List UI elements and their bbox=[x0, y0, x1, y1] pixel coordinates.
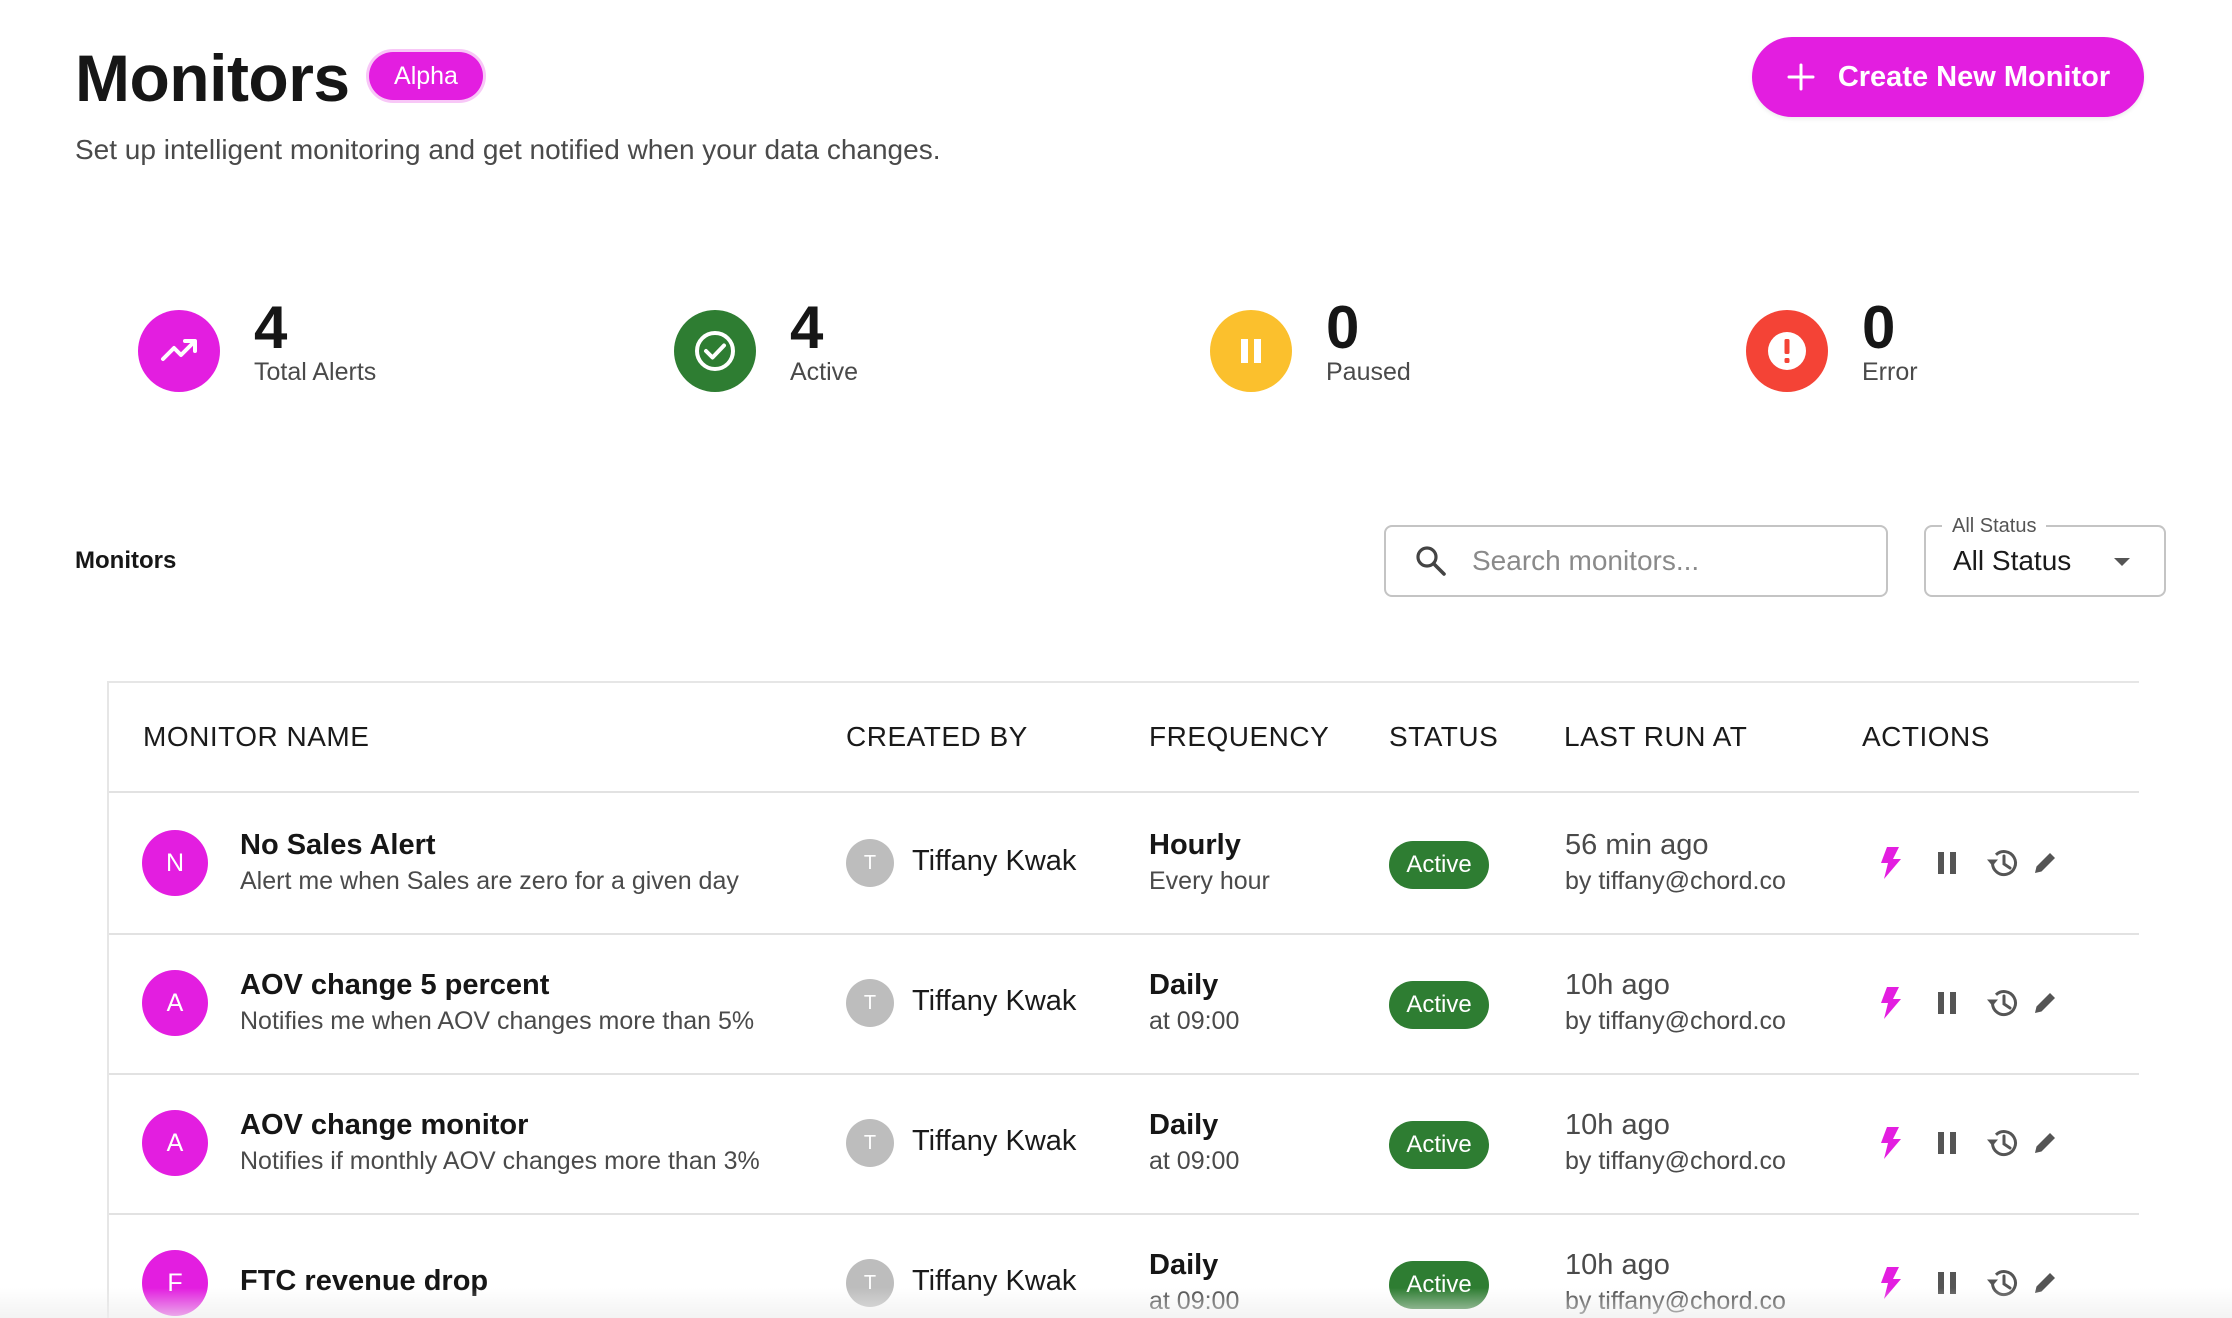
status-filter-label: All Status bbox=[1942, 513, 2047, 539]
pause-icon[interactable] bbox=[1927, 843, 1967, 883]
search-field[interactable] bbox=[1384, 525, 1888, 597]
frequency-detail: at 09:00 bbox=[1149, 1287, 1240, 1315]
edit-pencil-icon[interactable] bbox=[2025, 1123, 2065, 1163]
stat-label: Total Alerts bbox=[254, 358, 377, 386]
status-badge: Active bbox=[1389, 981, 1489, 1029]
page-subtitle: Set up intelligent monitoring and get no… bbox=[75, 134, 941, 165]
monitor-avatar: A bbox=[142, 1110, 208, 1176]
stat-label: Error bbox=[1862, 358, 1918, 386]
last-run-time: 10h ago bbox=[1565, 1109, 1670, 1141]
frequency-detail: at 09:00 bbox=[1149, 1147, 1240, 1175]
monitor-name: AOV change 5 percent bbox=[240, 969, 550, 1001]
column-header-monitor-name: MONITOR NAME bbox=[143, 721, 370, 752]
alpha-badge: Alpha bbox=[369, 52, 483, 100]
frequency: Daily bbox=[1149, 969, 1219, 1001]
check-circle-icon bbox=[674, 310, 756, 392]
run-now-bolt-icon[interactable] bbox=[1871, 983, 1911, 1023]
monitor-avatar: A bbox=[142, 970, 208, 1036]
monitors-page: Monitors Alpha Set up intelligent monito… bbox=[0, 0, 2232, 1318]
run-now-bolt-icon[interactable] bbox=[1871, 1263, 1911, 1303]
status-filter-select[interactable]: All Status All Status bbox=[1924, 513, 2166, 597]
status-badge: Active bbox=[1389, 841, 1489, 889]
monitor-name: FTC revenue drop bbox=[240, 1265, 489, 1297]
last-run-time: 10h ago bbox=[1565, 1249, 1670, 1281]
frequency: Daily bbox=[1149, 1249, 1219, 1281]
column-header-frequency: FREQUENCY bbox=[1149, 721, 1330, 752]
create-new-monitor-label: Create New Monitor bbox=[1837, 60, 2111, 93]
history-icon[interactable] bbox=[1983, 1123, 2023, 1163]
table-row[interactable]: N No Sales Alert Alert me when Sales are… bbox=[109, 793, 2139, 935]
edit-pencil-icon[interactable] bbox=[2025, 983, 2065, 1023]
last-run-time: 10h ago bbox=[1565, 969, 1670, 1001]
stat-value: 0 bbox=[1862, 294, 1896, 361]
chevron-down-icon bbox=[2114, 558, 2130, 566]
section-label: Monitors bbox=[75, 547, 177, 574]
pause-icon[interactable] bbox=[1927, 1123, 1967, 1163]
edit-pencil-icon[interactable] bbox=[2025, 1263, 2065, 1303]
last-run-by: by tiffany@chord.co bbox=[1565, 867, 1786, 895]
search-input[interactable] bbox=[1470, 544, 1854, 578]
last-run-by: by tiffany@chord.co bbox=[1565, 1147, 1786, 1175]
monitor-description: Notifies me when AOV changes more than 5… bbox=[240, 1007, 755, 1035]
last-run-by: by tiffany@chord.co bbox=[1565, 1287, 1786, 1315]
stat-value: 0 bbox=[1326, 294, 1360, 361]
monitor-description: Alert me when Sales are zero for a given… bbox=[240, 867, 739, 895]
table-header: MONITOR NAME CREATED BY FREQUENCY STATUS… bbox=[109, 683, 2139, 793]
pause-icon[interactable] bbox=[1927, 1263, 1967, 1303]
history-icon[interactable] bbox=[1983, 1263, 2023, 1303]
creator-avatar: T bbox=[846, 979, 894, 1027]
frequency-detail: at 09:00 bbox=[1149, 1007, 1240, 1035]
creator-avatar: T bbox=[846, 1259, 894, 1307]
creator-name: Tiffany Kwak bbox=[912, 845, 1077, 877]
stat-value: 4 bbox=[790, 294, 824, 361]
last-run-time: 56 min ago bbox=[1565, 829, 1709, 861]
monitors-table: MONITOR NAME CREATED BY FREQUENCY STATUS… bbox=[107, 681, 2139, 1318]
table-row[interactable]: A AOV change monitor Notifies if monthly… bbox=[109, 1073, 2139, 1215]
stat-value: 4 bbox=[254, 294, 288, 361]
run-now-bolt-icon[interactable] bbox=[1871, 843, 1911, 883]
frequency-detail: Every hour bbox=[1149, 867, 1270, 895]
monitor-avatar: N bbox=[142, 830, 208, 896]
monitor-name: No Sales Alert bbox=[240, 829, 436, 861]
search-icon bbox=[1414, 544, 1448, 578]
creator-avatar: T bbox=[846, 1119, 894, 1167]
history-icon[interactable] bbox=[1983, 983, 2023, 1023]
column-header-actions: ACTIONS bbox=[1862, 721, 1990, 752]
monitor-description: Notifies if monthly AOV changes more tha… bbox=[240, 1147, 760, 1175]
create-new-monitor-button[interactable]: Create New Monitor bbox=[1752, 37, 2144, 117]
monitor-name: AOV change monitor bbox=[240, 1109, 529, 1141]
last-run-by: by tiffany@chord.co bbox=[1565, 1007, 1786, 1035]
trending-up-icon bbox=[138, 310, 220, 392]
error-icon bbox=[1746, 310, 1828, 392]
creator-name: Tiffany Kwak bbox=[912, 985, 1077, 1017]
column-header-status: STATUS bbox=[1389, 721, 1499, 752]
status-badge: Active bbox=[1389, 1261, 1489, 1309]
table-row[interactable]: F FTC revenue drop T Tiffany Kwak Daily … bbox=[109, 1213, 2139, 1318]
stat-label: Paused bbox=[1326, 358, 1411, 386]
history-icon[interactable] bbox=[1983, 843, 2023, 883]
status-filter-value: All Status bbox=[1953, 545, 2072, 576]
creator-name: Tiffany Kwak bbox=[912, 1125, 1077, 1157]
stat-label: Active bbox=[790, 358, 859, 386]
pause-icon bbox=[1210, 310, 1292, 392]
pause-icon[interactable] bbox=[1927, 983, 1967, 1023]
frequency: Hourly bbox=[1149, 829, 1241, 861]
page-title: Monitors bbox=[75, 41, 350, 115]
creator-avatar: T bbox=[846, 839, 894, 887]
table-row[interactable]: A AOV change 5 percent Notifies me when … bbox=[109, 933, 2139, 1075]
plus-icon bbox=[1786, 62, 1816, 92]
frequency: Daily bbox=[1149, 1109, 1219, 1141]
edit-pencil-icon[interactable] bbox=[2025, 843, 2065, 883]
column-header-last-run-at: LAST RUN AT bbox=[1564, 721, 1748, 752]
creator-name: Tiffany Kwak bbox=[912, 1265, 1077, 1297]
column-header-created-by: CREATED BY bbox=[846, 721, 1028, 752]
run-now-bolt-icon[interactable] bbox=[1871, 1123, 1911, 1163]
status-badge: Active bbox=[1389, 1121, 1489, 1169]
monitor-avatar: F bbox=[142, 1250, 208, 1316]
